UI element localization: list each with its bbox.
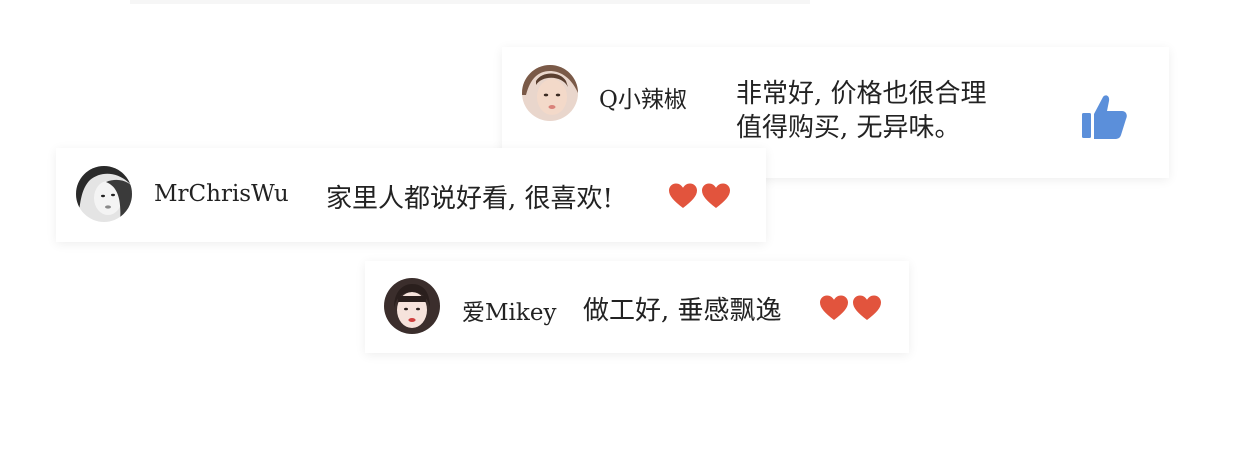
avatar[interactable] (76, 166, 132, 222)
username[interactable]: 爱Mikey (462, 293, 556, 327)
divider-line (130, 0, 810, 4)
avatar[interactable] (384, 278, 440, 334)
two-hearts-icon[interactable] (668, 182, 732, 214)
review-text: 家里人都说好看, 很喜欢! (326, 184, 613, 214)
review-text: 做工好, 垂感飘逸 (583, 296, 782, 326)
review-text-line: 非常好, 价格也很合理 (736, 79, 987, 109)
thumbs-up-icon[interactable] (1080, 93, 1128, 145)
username[interactable]: MrChrisWu (154, 181, 289, 207)
review-card: MrChrisWu 家里人都说好看, 很喜欢! (56, 148, 766, 242)
review-text-line: 值得购买, 无异味。 (736, 113, 961, 143)
review-card: 爱Mikey 做工好, 垂感飘逸 (365, 261, 909, 353)
review-text: 非常好, 价格也很合理 值得购买, 无异味。 (736, 77, 987, 145)
two-hearts-icon[interactable] (819, 294, 883, 326)
username[interactable]: Q小辣椒 (599, 80, 687, 114)
avatar[interactable] (522, 65, 578, 121)
